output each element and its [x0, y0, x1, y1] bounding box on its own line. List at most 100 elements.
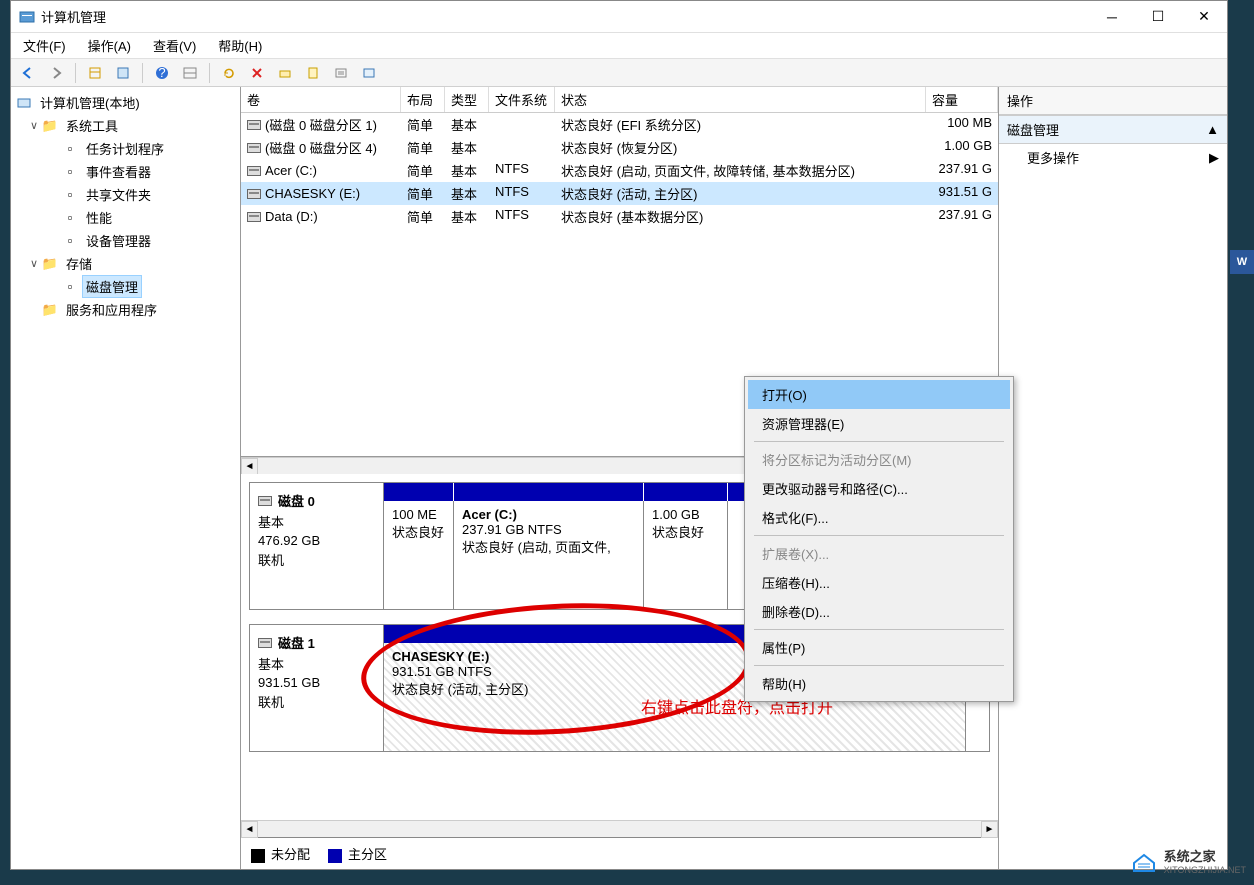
menu-view[interactable]: 查看(V): [149, 34, 200, 57]
actions-more[interactable]: 更多操作 ▶: [999, 144, 1227, 171]
menu-action[interactable]: 操作(A): [84, 34, 135, 57]
col-layout[interactable]: 布局: [401, 87, 445, 112]
volume-capacity: 931.51 G: [926, 183, 998, 204]
watermark-logo-icon: [1130, 849, 1158, 873]
new-button[interactable]: [302, 62, 324, 84]
tree-item[interactable]: ▫事件查看器: [13, 160, 238, 183]
tree-item[interactable]: ▫磁盘管理: [13, 275, 238, 298]
partition-box[interactable]: 1.00 GB 状态良好: [644, 501, 728, 609]
volume-row[interactable]: Data (D:) 简单 基本 NTFS 状态良好 (基本数据分区) 237.9…: [241, 205, 998, 228]
tree-group[interactable]: ∨📁系统工具: [13, 114, 238, 137]
close-button[interactable]: ✕: [1181, 1, 1227, 33]
disk-name: 磁盘 1: [278, 633, 315, 652]
context-menu-item[interactable]: 资源管理器(E): [748, 409, 1010, 438]
partition-box[interactable]: 100 ME 状态良好: [384, 501, 454, 609]
tree-item[interactable]: ▫任务计划程序: [13, 137, 238, 160]
legend: 未分配 主分区: [241, 837, 998, 869]
tree-group[interactable]: 📁服务和应用程序: [13, 298, 238, 321]
scroll-left-button[interactable]: ◄: [241, 458, 258, 475]
expand-icon[interactable]: ∨: [27, 257, 41, 270]
volume-icon: [247, 120, 261, 130]
tree-item[interactable]: ▫共享文件夹: [13, 183, 238, 206]
context-menu-item[interactable]: 压缩卷(H)...: [748, 568, 1010, 597]
context-menu-item[interactable]: 格式化(F)...: [748, 503, 1010, 532]
volume-row[interactable]: CHASESKY (E:) 简单 基本 NTFS 状态良好 (活动, 主分区) …: [241, 182, 998, 205]
legend-primary: 主分区: [328, 844, 387, 863]
menu-file[interactable]: 文件(F): [19, 34, 70, 57]
volume-row[interactable]: (磁盘 0 磁盘分区 4) 简单 基本 状态良好 (恢复分区) 1.00 GB: [241, 136, 998, 159]
volume-type: 基本: [445, 183, 489, 204]
properties-button[interactable]: [112, 62, 134, 84]
volume-row[interactable]: (磁盘 0 磁盘分区 1) 简单 基本 状态良好 (EFI 系统分区) 100 …: [241, 113, 998, 136]
scroll-left-button[interactable]: ◄: [241, 821, 258, 838]
list-button[interactable]: [330, 62, 352, 84]
volume-name: CHASESKY (E:): [265, 186, 360, 201]
forward-button[interactable]: [45, 62, 67, 84]
volume-status: 状态良好 (启动, 页面文件, 故障转储, 基本数据分区): [555, 160, 926, 181]
volume-icon: [247, 189, 261, 199]
minimize-button[interactable]: ─: [1089, 1, 1135, 33]
refresh-button[interactable]: [218, 62, 240, 84]
computer-management-window: 计算机管理 ─ ☐ ✕ 文件(F) 操作(A) 查看(V) 帮助(H) ?: [10, 0, 1228, 870]
tree-root[interactable]: 计算机管理(本地): [13, 91, 238, 114]
taskbar-side: W: [1230, 250, 1254, 274]
context-menu-item[interactable]: 更改驱动器号和路径(C)...: [748, 474, 1010, 503]
tree-group[interactable]: ∨📁存储: [13, 252, 238, 275]
context-menu-item[interactable]: 打开(O): [748, 380, 1010, 409]
expand-icon[interactable]: ∨: [27, 119, 41, 132]
view-split-button[interactable]: [179, 62, 201, 84]
delete-button[interactable]: [246, 62, 268, 84]
volume-fs: [489, 137, 555, 158]
col-status[interactable]: 状态: [555, 87, 926, 112]
item-icon: ▫: [61, 210, 79, 226]
disk-type: 基本: [258, 512, 375, 531]
word-icon[interactable]: W: [1230, 250, 1254, 274]
tree-label: 任务计划程序: [83, 138, 167, 159]
menu-help[interactable]: 帮助(H): [214, 34, 266, 57]
tree-pane[interactable]: 计算机管理(本地) ∨📁系统工具▫任务计划程序▫事件查看器▫共享文件夹▫性能▫设…: [11, 87, 241, 869]
watermark-url: XITONGZHIJIA.NET: [1164, 865, 1246, 875]
volume-status: 状态良好 (活动, 主分区): [555, 183, 926, 204]
back-button[interactable]: [17, 62, 39, 84]
app-icon: [19, 9, 35, 25]
svg-text:?: ?: [158, 66, 165, 80]
watermark: 系统之家 XITONGZHIJIA.NET: [1130, 846, 1246, 875]
context-menu-item: 扩展卷(X)...: [748, 539, 1010, 568]
col-capacity[interactable]: 容量: [926, 87, 998, 112]
volume-row[interactable]: Acer (C:) 简单 基本 NTFS 状态良好 (启动, 页面文件, 故障转…: [241, 159, 998, 182]
tree-label: 磁盘管理: [83, 276, 141, 297]
col-type[interactable]: 类型: [445, 87, 489, 112]
tree-label: 服务和应用程序: [63, 299, 160, 320]
disk-header[interactable]: 磁盘 0 基本 476.92 GB 联机: [250, 483, 384, 609]
tree-item[interactable]: ▫性能: [13, 206, 238, 229]
volume-fs: [489, 114, 555, 135]
volume-capacity: 100 MB: [926, 114, 998, 135]
partition-box[interactable]: Acer (C:)237.91 GB NTFS 状态良好 (启动, 页面文件,: [454, 501, 644, 609]
disk-header[interactable]: 磁盘 1 基本 931.51 GB 联机: [250, 625, 384, 751]
show-tree-button[interactable]: [84, 62, 106, 84]
tree-item[interactable]: ▫设备管理器: [13, 229, 238, 252]
tree-label: 性能: [83, 207, 115, 228]
menubar: 文件(F) 操作(A) 查看(V) 帮助(H): [11, 33, 1227, 59]
disk-status: 联机: [258, 550, 375, 569]
item-icon: ▫: [61, 164, 79, 180]
maximize-button[interactable]: ☐: [1135, 1, 1181, 33]
col-filesystem[interactable]: 文件系统: [489, 87, 555, 112]
detail-button[interactable]: [358, 62, 380, 84]
context-menu-item[interactable]: 属性(P): [748, 633, 1010, 662]
hscrollbar-graphic[interactable]: ◄ ►: [241, 820, 998, 837]
partition-info: 1.00 GB: [652, 507, 719, 522]
col-volume[interactable]: 卷: [241, 87, 401, 112]
help-button[interactable]: ?: [151, 62, 173, 84]
watermark-name: 系统之家: [1164, 846, 1246, 865]
toolbar: ?: [11, 59, 1227, 87]
actions-header: 操作: [999, 87, 1227, 115]
item-icon: ▫: [61, 187, 79, 203]
actions-pane: 操作 磁盘管理 ▲ 更多操作 ▶: [999, 87, 1227, 869]
context-menu[interactable]: 打开(O)资源管理器(E)将分区标记为活动分区(M)更改驱动器号和路径(C)..…: [744, 376, 1014, 702]
actions-section-disk[interactable]: 磁盘管理 ▲: [999, 115, 1227, 144]
context-menu-item[interactable]: 帮助(H): [748, 669, 1010, 698]
settings-button[interactable]: [274, 62, 296, 84]
context-menu-item[interactable]: 删除卷(D)...: [748, 597, 1010, 626]
scroll-right-button[interactable]: ►: [981, 821, 998, 838]
